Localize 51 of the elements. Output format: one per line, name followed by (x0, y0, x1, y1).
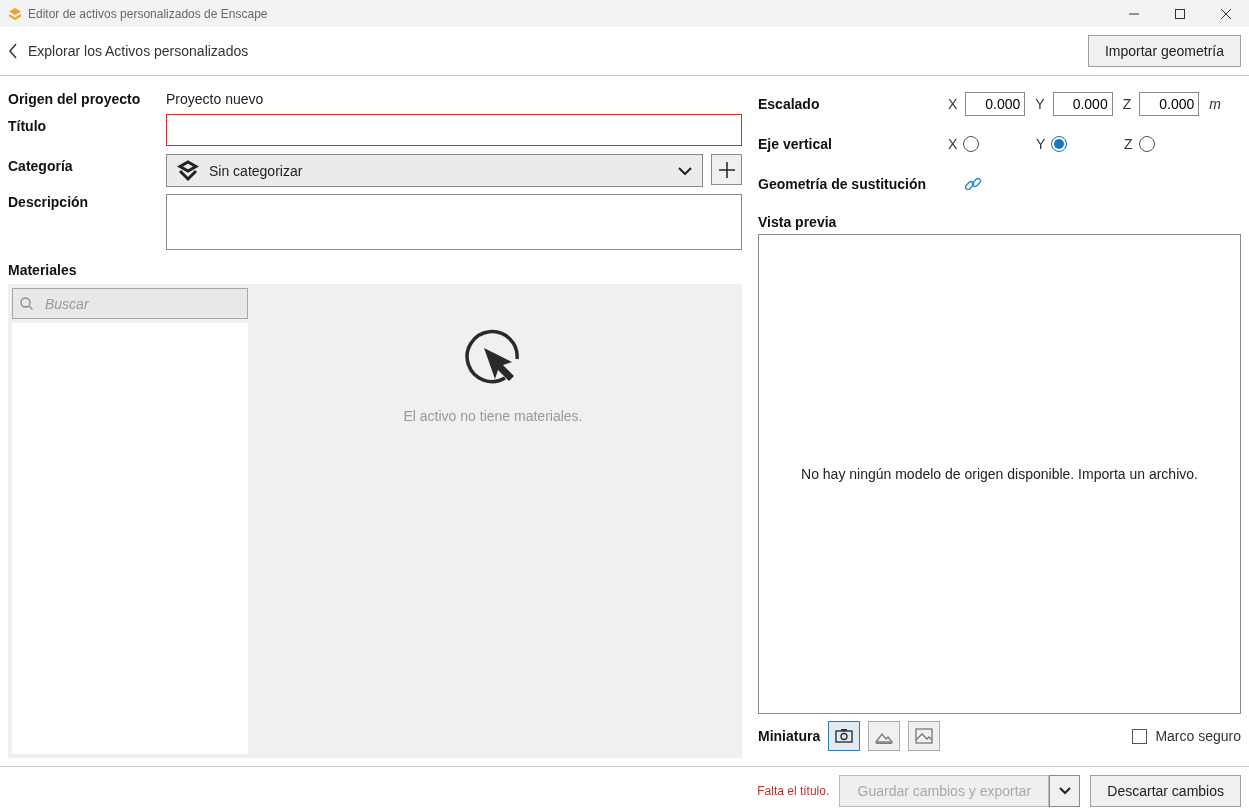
field-label: Descripción (8, 194, 90, 212)
project-origin-value: Proyecto nuevo (166, 91, 264, 107)
app-logo-icon (8, 6, 22, 21)
chevron-down-icon (678, 166, 692, 175)
camera-icon (834, 726, 855, 746)
category-dropdown[interactable]: Sin categorizar (166, 154, 703, 187)
field-label: Título (8, 117, 48, 136)
section-label: Materiales (8, 262, 78, 278)
export-options-button[interactable] (1049, 775, 1081, 807)
scale-input[interactable]: 0.000 (965, 92, 1026, 116)
checkbox[interactable] (1132, 728, 1148, 744)
unit-label: m (1209, 96, 1221, 112)
image-icon (914, 726, 935, 746)
description-input[interactable] (166, 194, 742, 250)
window-title: Editor de activos personalizados de Enscape (28, 6, 269, 21)
scale-input[interactable]: 0.000 (1139, 92, 1200, 116)
discard-button[interactable]: Descartar cambios (1090, 775, 1241, 807)
plus-icon (718, 161, 735, 178)
layers-icon (177, 159, 199, 182)
field-label: Miniatura (758, 728, 821, 744)
thumbnail-mode-button[interactable] (828, 721, 861, 751)
thumbnail-mode-button[interactable] (908, 721, 941, 751)
axis-label: Y (1035, 96, 1045, 112)
close-icon[interactable] (1221, 8, 1231, 19)
field-label: Geometría de sustitución (758, 176, 928, 192)
search-icon (20, 297, 33, 310)
error-message: Falta el título. (757, 784, 830, 798)
radio-label: Y (1036, 136, 1046, 152)
radio-label: X (948, 136, 958, 152)
maximize-icon[interactable] (1175, 8, 1185, 19)
field-label: Origen del proyecto (8, 91, 142, 107)
add-category-button[interactable] (711, 154, 742, 185)
import-geometry-button[interactable]: Importar geometría (1087, 35, 1241, 67)
radio-label: Z (1124, 136, 1133, 152)
axis-label: X (948, 96, 958, 112)
chevron-down-icon (1058, 787, 1071, 795)
section-label: Vista previa (758, 214, 838, 230)
back-link[interactable]: Explorar los Activos personalizados (8, 43, 249, 59)
field-label: Eje vertical (758, 136, 833, 152)
checkbox-label: Marco seguro (1155, 728, 1241, 744)
link-icon[interactable] (964, 175, 982, 193)
thumbnail-mode-button[interactable] (868, 721, 901, 751)
preview-message: No hay ningún modelo de origen disponible. Importa un archivo. (801, 466, 1198, 482)
scale-input[interactable]: 0.000 (1052, 92, 1113, 116)
field-label: Categoría (8, 157, 74, 176)
title-input[interactable] (166, 114, 742, 146)
field-label: Escalado (758, 96, 821, 112)
empty-message: El activo no tiene materiales. (403, 408, 583, 424)
chevron-left-icon (8, 43, 18, 59)
axis-label: Z (1122, 96, 1132, 112)
search-field[interactable]: Buscar (12, 288, 248, 319)
